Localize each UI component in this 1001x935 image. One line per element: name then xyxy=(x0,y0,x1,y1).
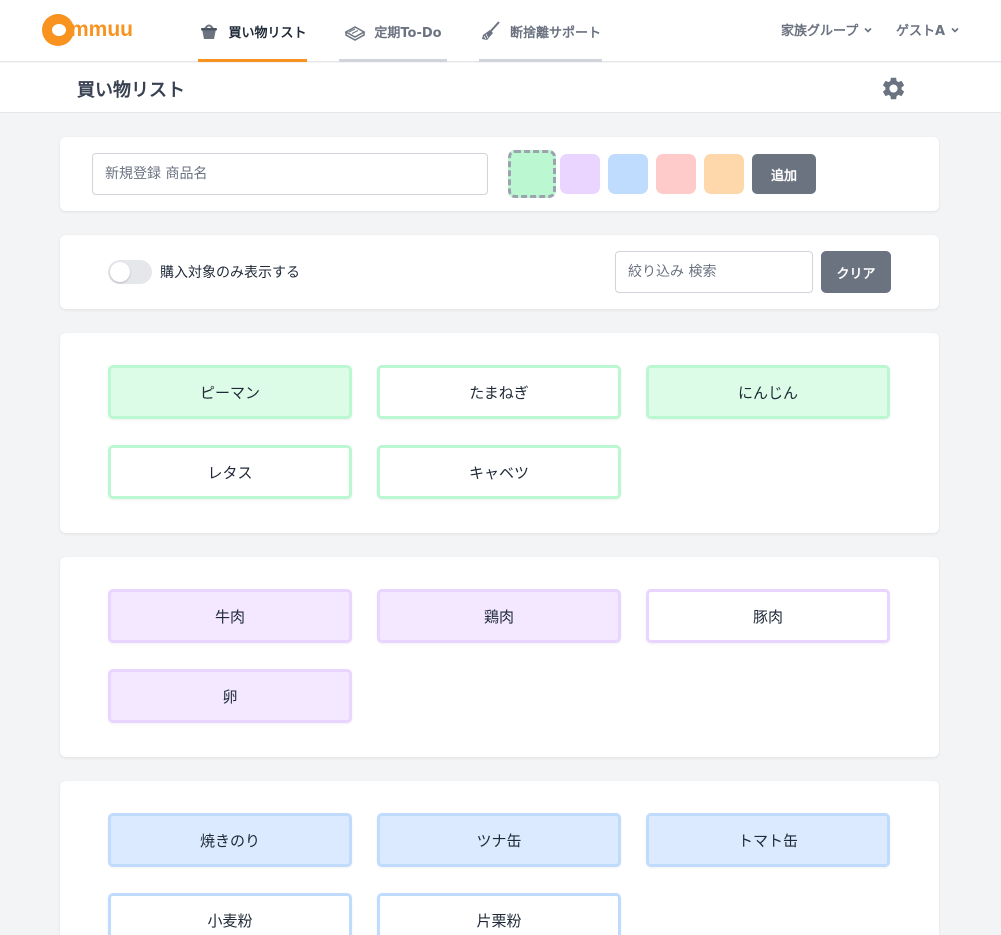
item-label: レタス xyxy=(207,463,253,482)
item-group-green: ピーマン たまねぎ にんじん レタス キャベツ xyxy=(60,333,939,533)
item-group-purple: 牛肉 鶏肉 豚肉 卵 xyxy=(60,557,939,757)
item-button[interactable]: レタス xyxy=(108,445,352,499)
item-label: 鶏肉 xyxy=(483,607,514,626)
new-item-input[interactable] xyxy=(92,153,488,195)
broom-icon xyxy=(480,20,502,42)
add-button[interactable]: 追加 xyxy=(752,154,816,194)
color-swatch-orange[interactable] xyxy=(704,154,744,194)
item-label: 小麦粉 xyxy=(207,911,253,930)
item-button[interactable]: ピーマン xyxy=(108,365,352,419)
item-label: 焼きのり xyxy=(199,831,260,850)
color-swatch-purple[interactable] xyxy=(560,154,600,194)
item-label: ピーマン xyxy=(199,383,260,402)
page-header: 買い物リスト xyxy=(0,63,1001,113)
color-swatch-red[interactable] xyxy=(656,154,696,194)
item-label: 卵 xyxy=(222,687,238,706)
item-button[interactable]: 片栗粉 xyxy=(377,893,621,935)
basket-icon xyxy=(198,20,220,42)
page-title: 買い物リスト xyxy=(77,80,185,101)
book-icon xyxy=(344,20,366,42)
filter-search-input[interactable] xyxy=(615,251,813,293)
item-button[interactable]: トマト缶 xyxy=(646,813,890,867)
tab-indicator xyxy=(339,59,447,62)
color-swatch-green[interactable] xyxy=(508,150,556,198)
clear-button[interactable]: クリア xyxy=(821,251,891,293)
chevron-down-icon xyxy=(864,26,872,34)
item-label: 牛肉 xyxy=(214,607,245,626)
item-button[interactable]: 焼きのり xyxy=(108,813,352,867)
item-button[interactable]: 卵 xyxy=(108,669,352,723)
tab-routine-todo-label: 定期To-Do xyxy=(374,25,442,41)
item-label: 豚肉 xyxy=(752,607,783,626)
item-button[interactable]: 豚肉 xyxy=(646,589,890,643)
item-button[interactable]: にんじん xyxy=(646,365,890,419)
color-swatch-blue[interactable] xyxy=(608,154,648,194)
tab-declutter-support[interactable]: 断捨離サポート xyxy=(479,0,602,62)
chevron-down-icon xyxy=(951,26,959,34)
logo-text: mmuu xyxy=(70,18,133,41)
top-navigation: mmuu 買い物リスト 定期To-Do 断捨離サポート 家族グループ ゲストA xyxy=(0,0,1001,62)
item-label: トマト缶 xyxy=(737,831,798,850)
item-button[interactable]: 小麦粉 xyxy=(108,893,352,935)
user-menu-dropdown[interactable]: ゲストA xyxy=(896,20,959,39)
item-group-blue: 焼きのり ツナ缶 トマト缶 小麦粉 片栗粉 xyxy=(60,781,939,935)
item-label: ツナ缶 xyxy=(476,831,522,850)
tab-shopping-list-label: 買い物リスト xyxy=(228,25,307,41)
item-label: にんじん xyxy=(737,383,798,402)
purchase-only-label: 購入対象のみ表示する xyxy=(160,265,300,281)
item-button[interactable]: 鶏肉 xyxy=(377,589,621,643)
item-button[interactable]: 牛肉 xyxy=(108,589,352,643)
commuu-logo[interactable]: mmuu xyxy=(42,10,133,50)
add-item-card: 追加 xyxy=(60,137,939,211)
item-label: 片栗粉 xyxy=(476,911,522,930)
family-group-label: 家族グループ xyxy=(781,24,859,39)
tab-routine-todo[interactable]: 定期To-Do xyxy=(339,0,447,62)
gear-icon[interactable] xyxy=(880,75,907,102)
toggle-knob xyxy=(110,262,130,282)
item-button[interactable]: ツナ缶 xyxy=(377,813,621,867)
item-label: キャベツ xyxy=(468,463,529,482)
item-button[interactable]: たまねぎ xyxy=(377,365,621,419)
purchase-only-toggle[interactable] xyxy=(108,260,152,284)
tab-declutter-support-label: 断捨離サポート xyxy=(509,25,601,41)
family-group-dropdown[interactable]: 家族グループ xyxy=(781,20,872,39)
tab-shopping-list[interactable]: 買い物リスト xyxy=(198,0,307,62)
item-button[interactable]: キャベツ xyxy=(377,445,621,499)
tab-indicator xyxy=(479,59,602,62)
filter-card: 購入対象のみ表示する クリア xyxy=(60,235,939,309)
tab-indicator xyxy=(198,59,307,62)
logo-c-mark xyxy=(42,14,74,46)
item-label: たまねぎ xyxy=(469,383,529,402)
user-name: ゲストA xyxy=(896,24,946,39)
